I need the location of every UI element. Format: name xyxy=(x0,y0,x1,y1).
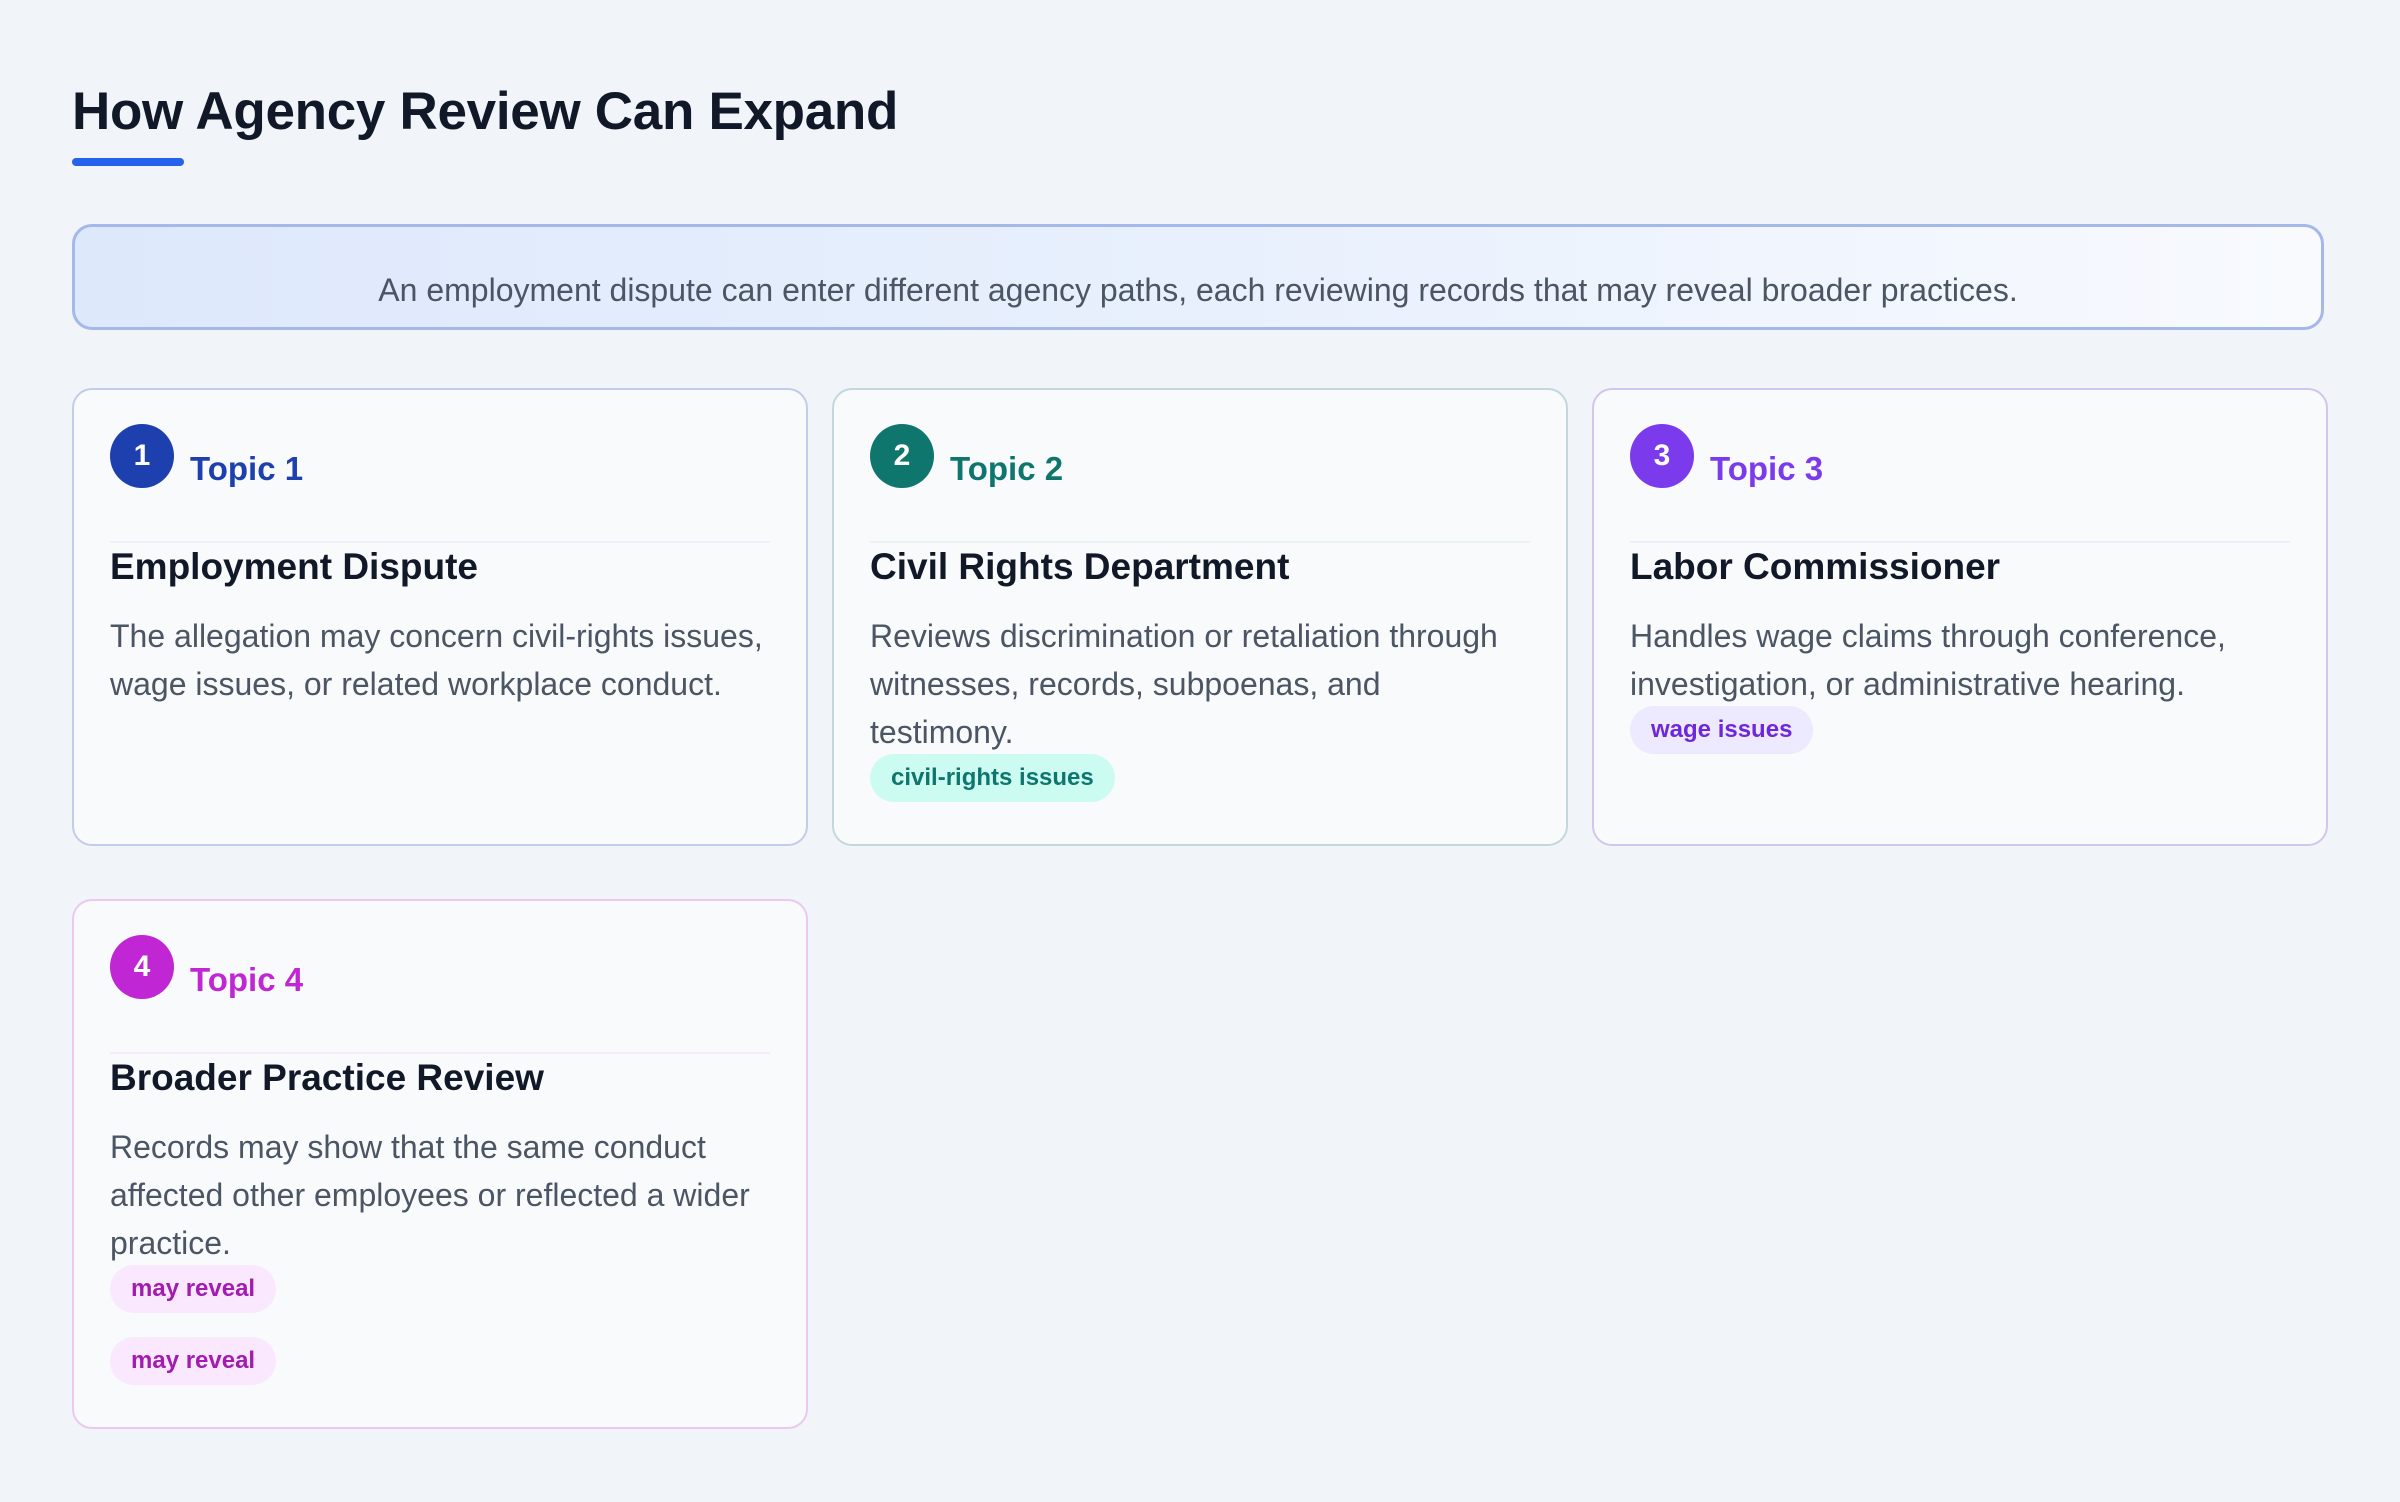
topic-card-1: 1 Topic 1 Employment Dispute The allegat… xyxy=(72,388,808,846)
card-header: 4 Topic 4 xyxy=(110,935,770,1054)
topic-card-3: 3 Topic 3 Labor Commissioner Handles wag… xyxy=(1592,388,2328,846)
step-number-badge: 4 xyxy=(110,935,174,999)
step-number-badge: 1 xyxy=(110,424,174,488)
header-divider xyxy=(110,541,770,543)
topic-label: Topic 1 xyxy=(190,450,304,487)
intro-text: An employment dispute can enter differen… xyxy=(378,272,2018,308)
topic-label: Topic 3 xyxy=(1710,450,1824,487)
page: How Agency Review Can Expand An employme… xyxy=(0,0,2400,1502)
intro-banner: An employment dispute can enter differen… xyxy=(72,224,2324,330)
card-header: 2 Topic 2 xyxy=(870,424,1530,543)
tag-chip: may reveal xyxy=(110,1265,277,1313)
card-title: Employment Dispute xyxy=(110,546,478,587)
card-header: 3 Topic 3 xyxy=(1630,424,2290,543)
topic-label: Topic 2 xyxy=(950,450,1064,487)
tag-chip: civil-rights issues xyxy=(870,754,1115,802)
header-divider xyxy=(870,541,1530,543)
tag-chip: may reveal xyxy=(110,1337,277,1385)
title-underline xyxy=(72,158,184,166)
topic-label: Topic 4 xyxy=(190,961,304,998)
card-description: Records may show that the same conduct a… xyxy=(110,1129,750,1261)
topic-card-4: 4 Topic 4 Broader Practice Review Record… xyxy=(72,899,808,1429)
card-description: The allegation may concern civil-rights … xyxy=(110,618,763,702)
step-number-badge: 2 xyxy=(870,424,934,488)
topic-card-2: 2 Topic 2 Civil Rights Department Review… xyxy=(832,388,1568,846)
card-title: Broader Practice Review xyxy=(110,1057,544,1098)
card-description: Reviews discrimination or retaliation th… xyxy=(870,618,1498,750)
card-title: Labor Commissioner xyxy=(1630,546,2001,587)
page-title: How Agency Review Can Expand xyxy=(72,82,899,141)
header-divider xyxy=(1630,541,2290,543)
header-divider xyxy=(110,1052,770,1054)
card-header: 1 Topic 1 xyxy=(110,424,770,543)
tag-chip: wage issues xyxy=(1630,706,1814,754)
card-title: Civil Rights Department xyxy=(870,546,1290,587)
step-number-badge: 3 xyxy=(1630,424,1694,488)
card-description: Handles wage claims through conference, … xyxy=(1630,618,2226,702)
